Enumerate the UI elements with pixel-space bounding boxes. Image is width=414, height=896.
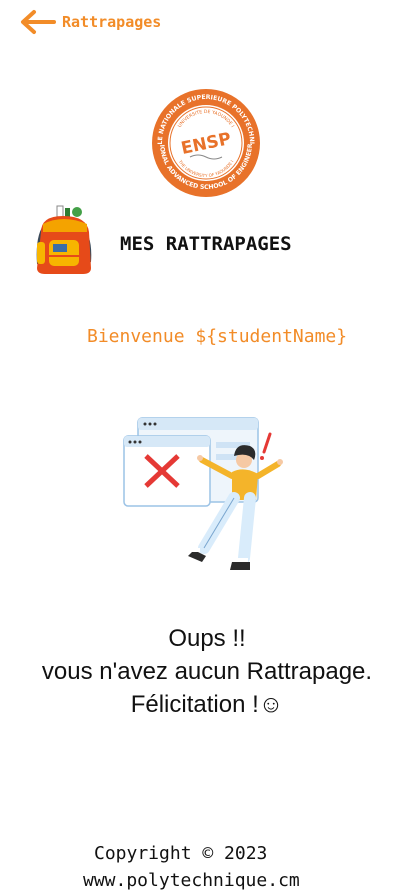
copyright-text: Copyright © 2023 xyxy=(94,843,268,864)
empty-state-line2: vous n'avez aucun Rattrapage. xyxy=(41,658,373,685)
section-title: MES RATTRAPAGES xyxy=(120,233,292,255)
backpack-icon xyxy=(29,202,99,276)
ensp-logo: ECOLE NATIONALE SUPERIEURE POLYTECHNIQUE… xyxy=(147,82,262,199)
empty-state-line3: Félicitation !☺ xyxy=(130,691,284,718)
website-link[interactable]: www.polytechnique.cm xyxy=(83,870,300,891)
error-window-illustration xyxy=(120,412,298,590)
empty-state-line1: Oups !! xyxy=(168,625,246,652)
page-title: Rattrapages xyxy=(62,13,162,31)
arrow-left-icon xyxy=(21,10,56,34)
welcome-text: Bienvenue ${studentName} xyxy=(87,326,348,347)
empty-state-message: Oups !! vous n'avez aucun Rattrapage. Fé… xyxy=(0,622,414,721)
back-button[interactable] xyxy=(20,9,60,37)
